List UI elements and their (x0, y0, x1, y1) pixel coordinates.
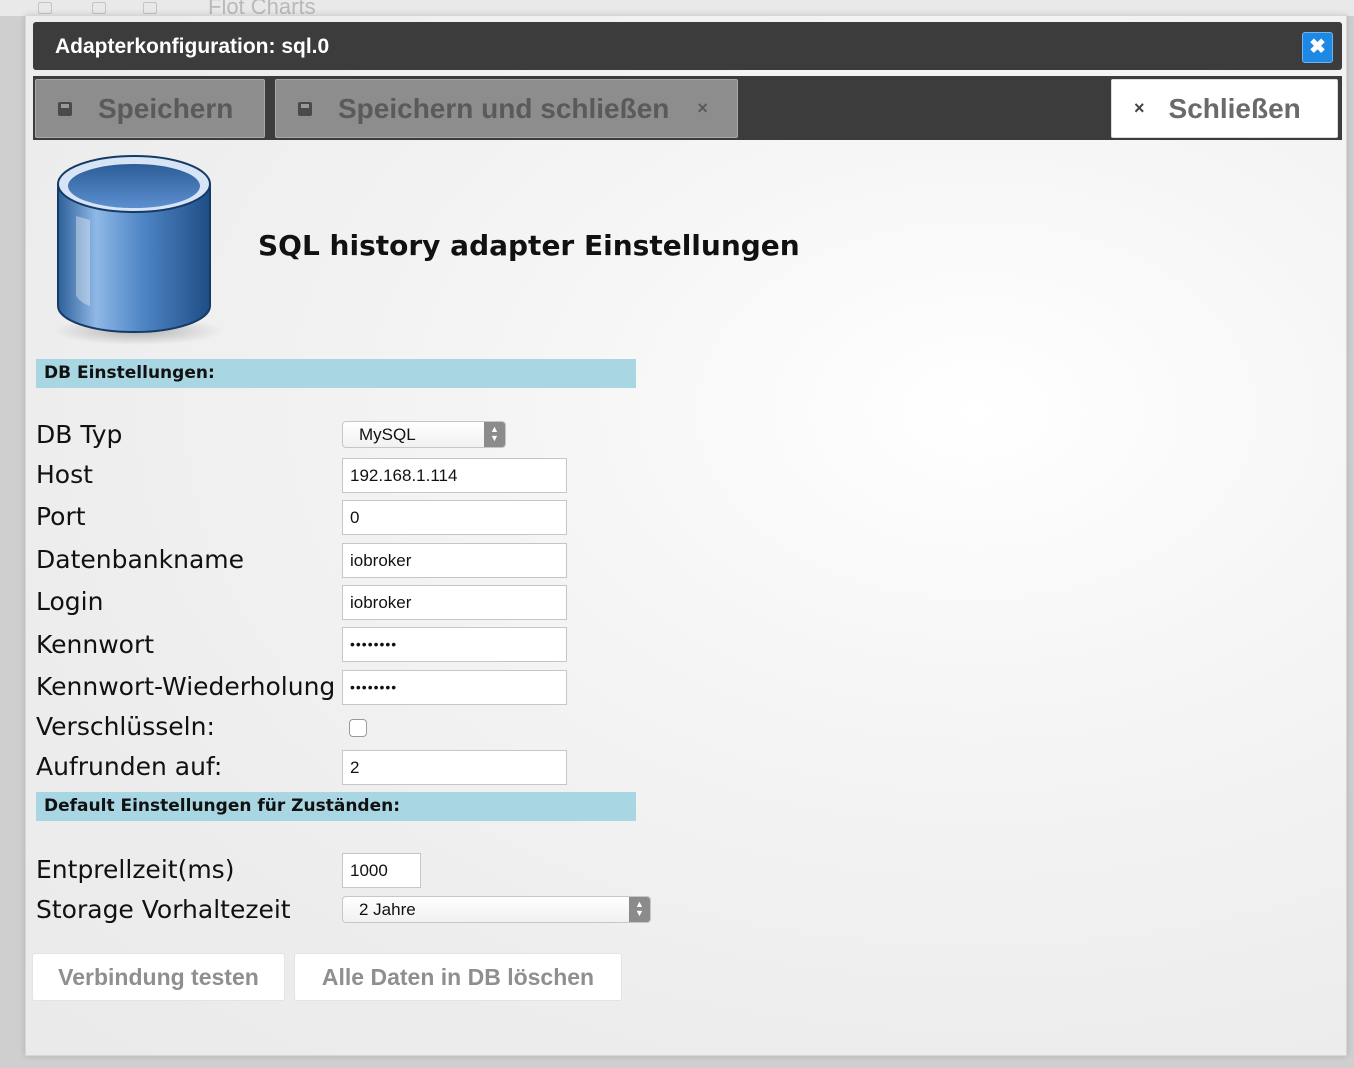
save-button-label: Speichern (98, 92, 234, 124)
host-label: Host (36, 460, 93, 489)
db-type-value: MySQL (359, 425, 416, 444)
round-input[interactable]: 2 (342, 750, 567, 785)
dialog-toolbar: Speichern Speichern und schließen × × Sc… (33, 76, 1342, 140)
retention-label: Storage Vorhaltezeit (36, 895, 291, 924)
login-input[interactable]: iobroker (342, 585, 567, 620)
section-db-settings: DB Einstellungen: (36, 359, 636, 388)
close-button[interactable]: × Schließen (1111, 79, 1338, 138)
password-repeat-label: Kennwort-Wiederholung (36, 672, 336, 701)
close-icon[interactable]: ✖ (1302, 32, 1333, 63)
save-button[interactable]: Speichern (35, 79, 265, 138)
background-toolbar (0, 0, 1354, 16)
section-default-settings: Default Einstellungen für Zuständen: (36, 792, 636, 821)
encrypt-label: Verschlüsseln: (36, 712, 215, 741)
adapter-config-dialog: Adapterkonfiguration: sql.0 ✖ Speichern … (25, 15, 1347, 1056)
test-connection-button[interactable]: Verbindung testen (32, 953, 285, 1001)
save-and-close-button[interactable]: Speichern und schließen × (275, 79, 738, 138)
select-arrows-icon: ▲ ▼ (629, 897, 650, 922)
close-small-icon: × (697, 98, 708, 118)
retention-select[interactable]: 2 Jahre ▲ ▼ (342, 896, 651, 923)
encrypt-checkbox[interactable] (349, 719, 367, 737)
delete-all-data-button[interactable]: Alle Daten in DB löschen (294, 953, 622, 1001)
db-type-label: DB Typ (36, 420, 123, 449)
port-label: Port (36, 502, 86, 531)
play-icon (143, 2, 157, 14)
retention-value: 2 Jahre (359, 900, 416, 919)
floppy-disk-icon (58, 101, 72, 116)
dbname-label: Datenbankname (36, 545, 245, 574)
password-repeat-input[interactable]: •••••••• (342, 670, 567, 705)
host-input[interactable]: 192.168.1.114 (342, 458, 567, 493)
dialog-titlebar: Adapterkonfiguration: sql.0 ✖ (33, 22, 1342, 70)
select-arrows-icon: ▲ ▼ (484, 422, 505, 447)
login-label: Login (36, 587, 104, 616)
round-label: Aufrunden auf: (36, 752, 223, 781)
trash-icon (92, 2, 106, 14)
floppy-disk-icon (298, 101, 312, 116)
debounce-label: Entprellzeit(ms) (36, 855, 235, 884)
db-type-select[interactable]: MySQL ▲ ▼ (342, 421, 506, 448)
dialog-title: Adapterkonfiguration: sql.0 (55, 35, 330, 58)
save-and-close-label: Speichern und schließen (338, 92, 670, 124)
password-input[interactable]: •••••••• (342, 627, 567, 662)
page-title: SQL history adapter Einstellungen (258, 229, 800, 262)
debounce-input[interactable]: 1000 (342, 853, 421, 888)
database-icon (53, 155, 223, 345)
dbname-input[interactable]: iobroker (342, 543, 567, 578)
password-label: Kennwort (36, 630, 155, 659)
close-small-icon: × (1134, 98, 1145, 118)
refresh-icon (38, 2, 52, 14)
port-input[interactable]: 0 (342, 500, 567, 535)
close-button-label: Schließen (1168, 92, 1301, 124)
